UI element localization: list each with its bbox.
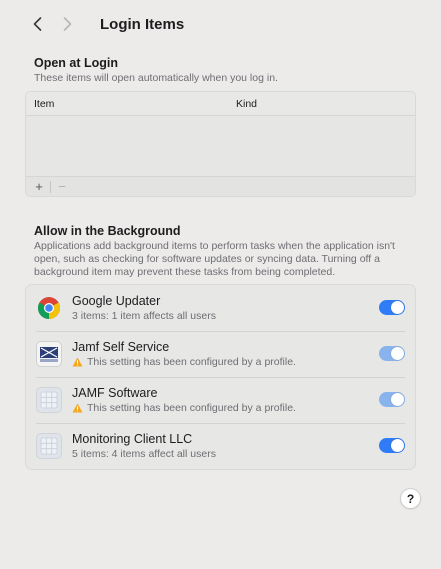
background-description-line: Applications add background items to per…	[34, 240, 395, 252]
background-title: Allow in the Background	[34, 224, 181, 238]
chevron-left-icon	[33, 17, 42, 31]
add-login-item-button[interactable]: +	[32, 179, 46, 195]
item-name: JAMF Software	[72, 385, 158, 400]
generic-app-icon	[36, 387, 62, 413]
background-description-line: background item may prevent these tasks …	[34, 266, 336, 278]
login-items-table: Item Kind + −	[25, 91, 416, 197]
item-name: Jamf Self Service	[72, 339, 170, 354]
background-item-jamf-software: JAMF Software This setting has been conf…	[26, 377, 415, 423]
toolbar: Login Items	[0, 0, 441, 48]
footer-divider	[50, 180, 51, 193]
warning-icon	[72, 403, 83, 413]
chrome-icon	[36, 295, 62, 321]
page-title: Login Items	[100, 15, 185, 33]
toggle-jamf-self-service[interactable]	[379, 346, 405, 361]
open-at-login-header: Open at Login These items will open auto…	[34, 56, 278, 85]
generic-app-icon	[36, 433, 62, 459]
help-button[interactable]: ?	[400, 488, 421, 509]
table-header: Item Kind	[26, 92, 415, 116]
background-description-line: open, such as checking for software upda…	[34, 253, 380, 265]
item-detail: This setting has been configured by a pr…	[72, 402, 415, 415]
table-footer: + −	[26, 176, 415, 196]
item-detail: 5 items: 4 items affect all users	[72, 447, 216, 460]
column-header-item[interactable]: Item	[26, 98, 236, 110]
toggle-jamf-software[interactable]	[379, 392, 405, 407]
item-name: Google Updater	[72, 293, 161, 308]
item-detail: This setting has been configured by a pr…	[72, 356, 415, 369]
background-item-jamf-self-service: Jamf Self Service This setting has been …	[26, 331, 415, 377]
remove-login-item-button[interactable]: −	[55, 179, 69, 195]
table-body[interactable]	[26, 116, 415, 176]
toggle-monitoring-client[interactable]	[379, 438, 405, 453]
item-detail: 3 items: 1 item affects all users	[72, 309, 216, 322]
jamf-self-service-icon	[36, 341, 62, 367]
background-header: Allow in the Background Applications add…	[34, 224, 414, 279]
open-at-login-subtitle: These items will open automatically when…	[34, 72, 278, 84]
background-item-monitoring-client: Monitoring Client LLC 5 items: 4 items a…	[26, 423, 415, 469]
column-header-kind[interactable]: Kind	[236, 98, 415, 110]
forward-button[interactable]	[56, 12, 78, 36]
background-description: Applications add background items to per…	[34, 240, 414, 279]
item-name: Monitoring Client LLC	[72, 431, 193, 446]
toggle-google-updater[interactable]	[379, 300, 405, 315]
open-at-login-title: Open at Login	[34, 56, 119, 70]
background-item-google-updater: Google Updater 3 items: 1 item affects a…	[26, 285, 415, 331]
chevron-right-icon	[63, 17, 72, 31]
warning-icon	[72, 357, 83, 367]
back-button[interactable]	[26, 12, 48, 36]
background-items-list: Google Updater 3 items: 1 item affects a…	[25, 284, 416, 470]
